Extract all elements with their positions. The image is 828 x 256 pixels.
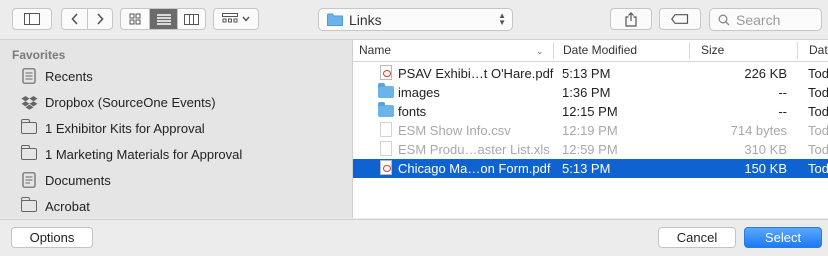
file-date: 5:13 PM: [562, 66, 611, 81]
file-row[interactable]: PSAV Exhibi…t O'Hare.pdf 5:13 PM 226 KB …: [353, 64, 828, 83]
file-size: --: [778, 104, 787, 119]
column-divider: [797, 42, 798, 59]
sidebar-item-recents[interactable]: Recents: [20, 65, 93, 87]
options-button[interactable]: Options: [11, 227, 93, 248]
file-date: 12:59 PM: [562, 142, 618, 157]
chevron-left-icon: [71, 13, 78, 25]
column-header-date[interactable]: Date Modified: [563, 43, 637, 57]
file-size: 310 KB: [744, 142, 787, 157]
file-size: 714 bytes: [730, 123, 787, 138]
share-button[interactable]: [610, 8, 652, 30]
sidebar-item-label: Dropbox (SourceOne Events): [45, 94, 216, 110]
updown-chevron-icon: ▲ ▼: [498, 11, 506, 27]
sidebar-heading-favorites: Favorites: [12, 48, 66, 62]
folder-icon: [378, 102, 394, 117]
file-date-added: Tod: [808, 142, 828, 157]
folder-icon: [327, 13, 343, 26]
file-list: Name ⌄ Date Modified Size Dat PSAV Exhib…: [353, 40, 828, 218]
file-row[interactable]: ESM Show Info.csv 12:19 PM 714 bytes Tod: [353, 121, 828, 140]
dialog-button-bar: Options Cancel Select: [0, 219, 828, 256]
sidebar-item-label: 1 Exhibitor Kits for Approval: [45, 120, 205, 136]
pdf-icon: [380, 160, 392, 175]
search-placeholder: Search: [736, 11, 781, 28]
file-row[interactable]: ESM Produ…aster List.xls 12:59 PM 310 KB…: [353, 140, 828, 159]
view-mode-control: [120, 8, 206, 30]
file-name: images: [398, 85, 440, 100]
column-divider: [553, 42, 554, 59]
sidebar-item-dropbox[interactable]: Dropbox (SourceOne Events): [20, 91, 216, 113]
icon-view-button[interactable]: [121, 9, 149, 29]
sidebar-item-label: Documents: [45, 172, 111, 188]
documents-icon: [20, 172, 38, 188]
file-date: 5:13 PM: [562, 161, 611, 176]
file-date-added: Tod: [808, 104, 828, 119]
folder-icon: [20, 197, 38, 214]
file-name: ESM Show Info.csv: [398, 123, 511, 138]
column-divider: [689, 42, 690, 59]
file-size: --: [778, 85, 787, 100]
search-icon: [718, 14, 730, 25]
sidebar-item-marketing-materials[interactable]: 1 Marketing Materials for Approval: [20, 143, 242, 165]
recents-icon: [20, 68, 38, 84]
folder-icon: [378, 83, 394, 98]
search-field[interactable]: Search: [709, 8, 822, 31]
sidebar-toggle-button[interactable]: [12, 8, 52, 30]
chevron-right-icon: [97, 13, 104, 25]
file-date-added: Tod: [808, 66, 828, 81]
column-header-name[interactable]: Name: [359, 43, 391, 57]
file-row[interactable]: fonts 12:15 PM -- Tod: [353, 102, 828, 121]
folder-icon: [20, 119, 38, 136]
file-size: 226 KB: [744, 66, 787, 81]
cancel-button[interactable]: Cancel: [658, 227, 736, 248]
sort-descending-icon: ⌄: [536, 46, 544, 56]
grid-icon: [129, 13, 141, 25]
sidebar-item-acrobat[interactable]: Acrobat: [20, 195, 90, 217]
sidebar: Favorites Recents Dropbox (SourceOne Eve…: [0, 40, 353, 218]
sidebar-item-label: Acrobat: [45, 198, 90, 214]
back-forward-control: [61, 8, 113, 30]
pdf-icon: [380, 65, 392, 80]
file-row[interactable]: images 1:36 PM -- Tod: [353, 83, 828, 102]
file-row-selected[interactable]: Chicago Ma…on Form.pdf 5:13 PM 150 KB To…: [353, 159, 828, 178]
file-date-added: Tod: [808, 161, 828, 176]
forward-button[interactable]: [87, 9, 112, 29]
folder-icon: [20, 145, 38, 162]
tag-icon: [671, 14, 689, 24]
chevron-down-icon: [242, 16, 250, 22]
back-button[interactable]: [62, 9, 87, 29]
file-name: PSAV Exhibi…t O'Hare.pdf: [398, 66, 554, 81]
list-icon: [156, 13, 171, 25]
sidebar-item-exhibitor-kits[interactable]: 1 Exhibitor Kits for Approval: [20, 117, 205, 139]
file-date-added: Tod: [808, 123, 828, 138]
location-popup[interactable]: Links ▲ ▼: [318, 8, 513, 31]
share-icon: [625, 11, 637, 27]
file-date: 1:36 PM: [562, 85, 611, 100]
dropbox-icon: [20, 94, 38, 110]
toolbar: Links ▲ ▼ Search: [0, 0, 828, 40]
file-size: 150 KB: [744, 161, 787, 176]
sidebar-item-label: Recents: [45, 68, 93, 84]
list-header: Name ⌄ Date Modified Size Dat: [353, 40, 828, 62]
tags-button[interactable]: [659, 8, 701, 30]
list-view-button[interactable]: [149, 9, 177, 29]
file-date: 12:15 PM: [562, 104, 618, 119]
file-date-added: Tod: [808, 85, 828, 100]
file-name: Chicago Ma…on Form.pdf: [398, 161, 551, 176]
column-header-date-added[interactable]: Dat: [809, 43, 828, 57]
arrange-icon: [222, 13, 238, 23]
sidebar-icon: [24, 13, 40, 25]
location-label: Links: [349, 11, 382, 28]
spreadsheet-icon: [380, 141, 392, 156]
sidebar-item-documents[interactable]: Documents: [20, 169, 111, 191]
columns-icon: [184, 13, 199, 25]
sidebar-item-label: 1 Marketing Materials for Approval: [45, 146, 243, 162]
arrange-menu-button[interactable]: [213, 8, 259, 30]
column-header-size[interactable]: Size: [701, 43, 724, 57]
file-name: fonts: [398, 104, 427, 119]
document-icon: [380, 122, 392, 137]
column-view-button[interactable]: [177, 9, 205, 29]
file-date: 12:19 PM: [562, 123, 618, 138]
file-name: ESM Produ…aster List.xls: [398, 142, 550, 157]
select-button[interactable]: Select: [744, 227, 822, 248]
